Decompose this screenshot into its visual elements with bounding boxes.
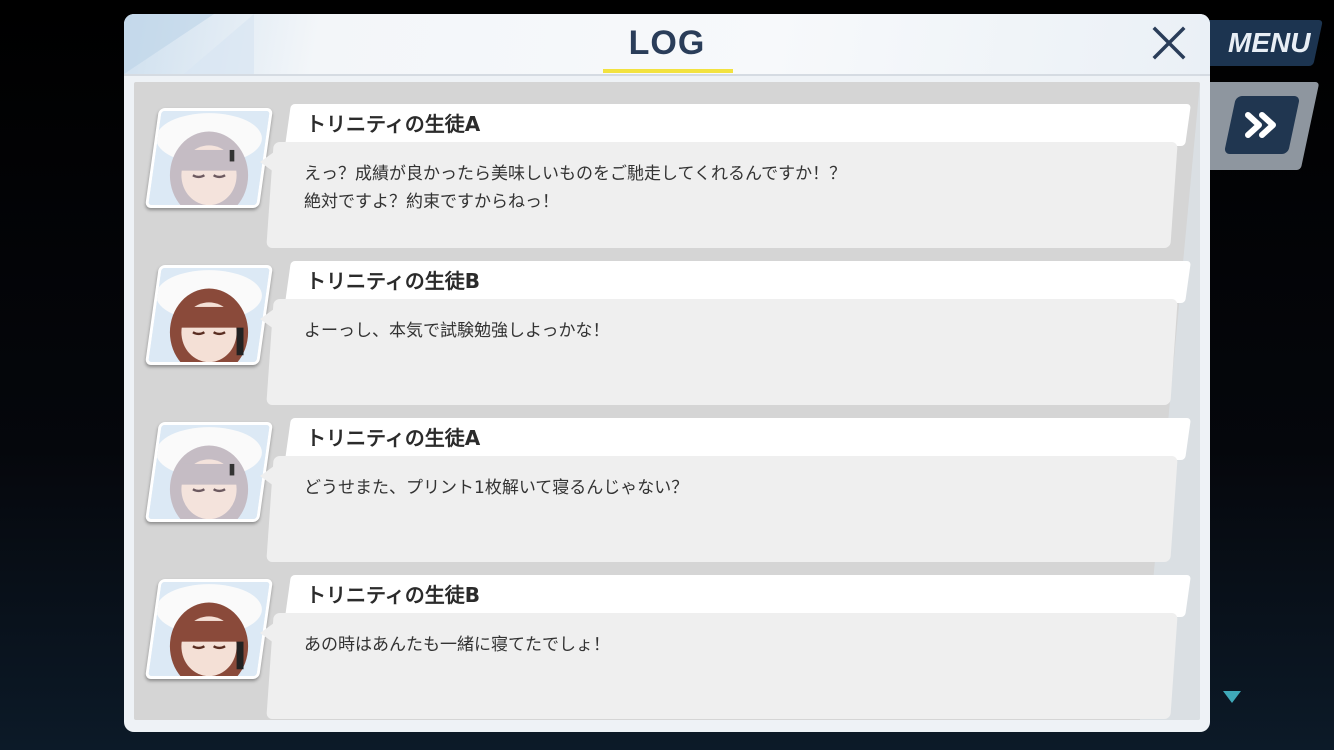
title-underline [603, 69, 733, 73]
close-icon[interactable] [1150, 24, 1188, 62]
speaker-name: トリニティの生徒A [306, 426, 481, 450]
dialogue-text: どうせまた、プリント1枚解いて寝るんじゃない？ [304, 474, 1164, 502]
avatar [144, 265, 274, 365]
dialogue-line: 絶対ですよ？約束ですからねっ！ [304, 192, 559, 212]
log-title: LOG [628, 24, 706, 62]
menu-label: MENU [1227, 27, 1311, 58]
dialogue-line: どうせまた、プリント1枚解いて寝るんじゃない？ [304, 478, 689, 498]
dialogue-line: えっ？成績が良かったら美味しいものをご馳走してくれるんですか！？ [304, 164, 847, 184]
avatar [144, 422, 274, 522]
dialogue-bubble [266, 613, 1178, 719]
log-entry: トリニティの生徒B あの時はあんたも一緒に寝てたでしょ！ [134, 563, 1200, 719]
log-header: LOG [124, 14, 1210, 74]
dialogue-text: あの時はあんたも一緒に寝てたでしょ！ [304, 631, 1164, 659]
dialogue-text: よーっし、本気で試験勉強しよっかな！ [304, 317, 1164, 345]
speaker-name: トリニティの生徒A [306, 112, 481, 136]
dialogue-line: よーっし、本気で試験勉強しよっかな！ [304, 321, 610, 341]
log-list[interactable]: トリニティの生徒A えっ？成績が良かったら美味しいものをご馳走してくれるんですか… [134, 82, 1200, 720]
log-window: LOG トリニティの生徒A えっ？成績が良かったら美味しいものをご馳走してくれる… [124, 14, 1210, 732]
menu-button[interactable]: MENU [1191, 20, 1323, 66]
log-entry: トリニティの生徒A どうせまた、プリント1枚解いて寝るんじゃない？ [134, 406, 1200, 562]
speaker-name: トリニティの生徒B [306, 583, 481, 607]
log-entry: トリニティの生徒A えっ？成績が良かったら美味しいものをご馳走してくれるんですか… [134, 92, 1200, 248]
dialogue-text: えっ？成績が良かったら美味しいものをご馳走してくれるんですか！？ 絶対ですよ？約… [304, 160, 1164, 216]
header-divider [124, 74, 1210, 76]
dialogue-line: あの時はあんたも一緒に寝てたでしょ！ [304, 635, 610, 655]
dialogue-bubble [266, 456, 1178, 562]
scroll-down-icon[interactable] [1222, 690, 1242, 704]
fast-forward-icon [1245, 112, 1276, 138]
speaker-name: トリニティの生徒B [306, 269, 481, 293]
log-entry: トリニティの生徒B よーっし、本気で試験勉強しよっかな！ [134, 249, 1200, 405]
fast-forward-button[interactable] [1223, 96, 1301, 154]
dialogue-bubble [266, 299, 1178, 405]
avatar [144, 108, 274, 208]
avatar [144, 579, 274, 679]
